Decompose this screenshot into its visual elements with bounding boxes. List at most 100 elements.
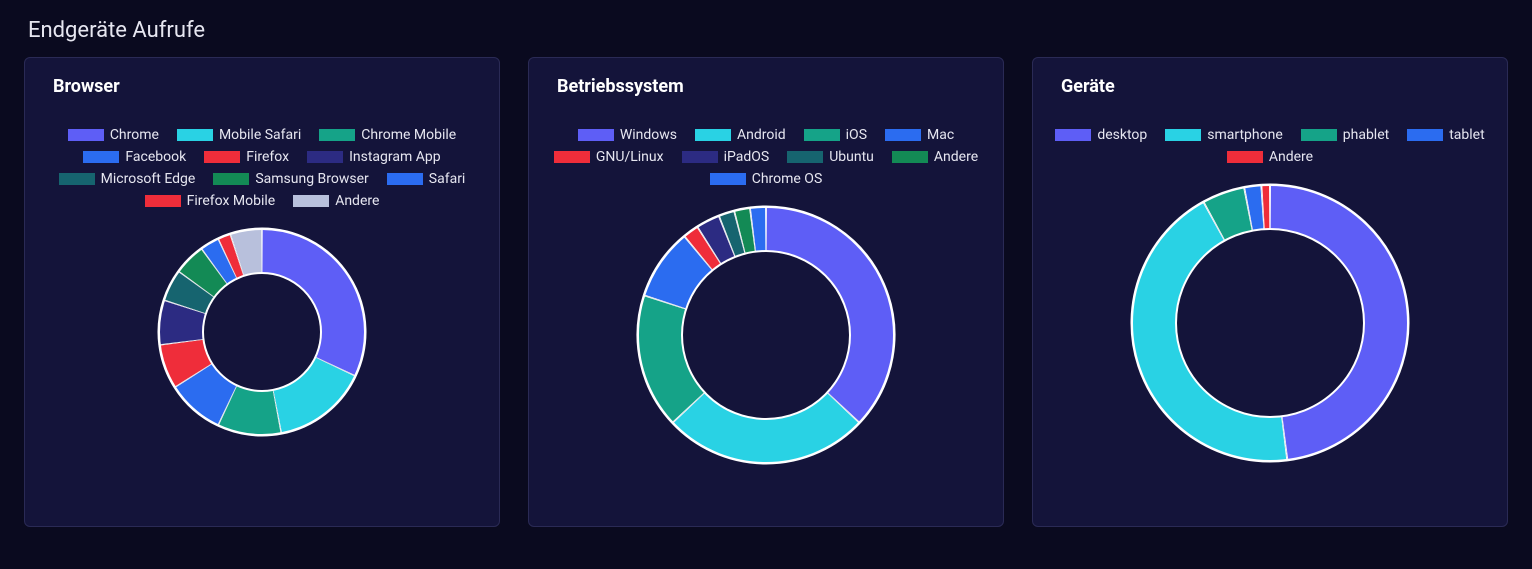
legend-swatch <box>319 129 355 141</box>
card-title-os: Betriebssystem <box>557 76 985 97</box>
donut-hole <box>1176 229 1364 417</box>
legend-item-devices-4[interactable]: Andere <box>1227 149 1313 165</box>
donut-slice-os-4[interactable] <box>699 246 709 253</box>
legend-swatch <box>83 151 119 163</box>
legend-item-os-2[interactable]: iOS <box>804 127 867 143</box>
legend-label: tablet <box>1449 127 1484 143</box>
donut-chart-devices <box>1130 183 1410 463</box>
legend-item-browser-5[interactable]: Instagram App <box>307 149 441 165</box>
donut-hole <box>203 273 321 391</box>
legend-label: Samsung Browser <box>255 171 368 187</box>
legend-swatch <box>1407 129 1443 141</box>
donut-slice-devices-2[interactable] <box>1215 209 1248 221</box>
legend-swatch <box>1055 129 1091 141</box>
legend-os: Windows Android iOS Mac GNU/Linux iPadOS Ubunt… <box>551 127 981 187</box>
legend-item-browser-1[interactable]: Mobile Safari <box>177 127 301 143</box>
donut-chart-os <box>636 205 896 465</box>
page: Endgeräte Aufrufe Browser ChromeMobile S… <box>0 0 1532 551</box>
legend-label: Chrome Mobile <box>361 127 456 143</box>
donut-slice-os-5[interactable] <box>710 237 726 245</box>
legend-swatch <box>804 129 840 141</box>
legend-item-os-4[interactable]: GNU/Linux <box>554 149 664 165</box>
legend-label: Microsoft Edge <box>101 171 196 187</box>
donut-slice-browser-9[interactable] <box>228 255 236 258</box>
legend-item-browser-2[interactable]: Chrome Mobile <box>319 127 456 143</box>
legend-swatch <box>145 195 181 207</box>
legend-label: desktop <box>1097 127 1147 143</box>
legend-label: Android <box>737 127 786 143</box>
legend-swatch <box>885 129 921 141</box>
legend-item-browser-6[interactable]: Microsoft Edge <box>59 171 196 187</box>
donut-slice-devices-3[interactable] <box>1249 207 1262 209</box>
legend-label: Facebook <box>125 149 186 165</box>
donut-hole <box>682 251 850 419</box>
legend-item-browser-10[interactable]: Andere <box>293 193 379 209</box>
legend-label: Firefox Mobile <box>187 193 276 209</box>
legend-item-devices-2[interactable]: phablet <box>1301 127 1389 143</box>
legend-label: Mobile Safari <box>219 127 301 143</box>
legend-swatch <box>293 195 329 207</box>
legend-label: smartphone <box>1207 127 1283 143</box>
legend-label: Instagram App <box>349 149 441 165</box>
legend-label: iOS <box>846 127 867 143</box>
legend-swatch <box>710 173 746 185</box>
legend-swatch <box>213 173 249 185</box>
legend-item-devices-0[interactable]: desktop <box>1055 127 1147 143</box>
donut-slice-browser-4[interactable] <box>182 343 194 375</box>
legend-swatch <box>787 151 823 163</box>
legend-swatch <box>682 151 718 163</box>
legend-item-browser-4[interactable]: Firefox <box>204 149 289 165</box>
chart-wrap-browser <box>43 227 481 437</box>
legend-label: Andere <box>335 193 379 209</box>
legend-label: GNU/Linux <box>596 149 664 165</box>
legend-swatch <box>204 151 240 163</box>
legend-item-browser-8[interactable]: Safari <box>387 171 466 187</box>
donut-slice-os-8[interactable] <box>753 229 765 230</box>
legend-label: Firefox <box>246 149 289 165</box>
legend-item-os-6[interactable]: Ubuntu <box>787 149 874 165</box>
donut-chart-browser <box>157 227 367 437</box>
section-title: Endgeräte Aufrufe <box>28 18 1508 43</box>
legend-item-browser-0[interactable]: Chrome <box>68 127 159 143</box>
legend-item-devices-1[interactable]: smartphone <box>1165 127 1283 143</box>
legend-item-browser-9[interactable]: Firefox Mobile <box>145 193 276 209</box>
legend-swatch <box>1227 151 1263 163</box>
legend-label: Windows <box>620 127 677 143</box>
legend-item-os-1[interactable]: Android <box>695 127 786 143</box>
legend-item-os-3[interactable]: Mac <box>885 127 954 143</box>
legend-swatch <box>554 151 590 163</box>
legend-label: Chrome <box>110 127 159 143</box>
donut-slice-browser-10[interactable] <box>238 251 262 255</box>
donut-slice-browser-2[interactable] <box>228 406 277 413</box>
legend-browser: Chrome Mobile Safari Chrome Mobile Facebook… <box>47 127 477 209</box>
cards-row: Browser ChromeMobile SafariChrome Mobile… <box>24 57 1508 527</box>
legend-item-browser-7[interactable]: Samsung Browser <box>213 171 368 187</box>
legend-item-browser-3[interactable]: Facebook <box>83 149 186 165</box>
legend-item-os-8[interactable]: Chrome OS <box>710 171 823 187</box>
legend-label: Mac <box>927 127 954 143</box>
donut-slice-browser-7[interactable] <box>197 267 214 284</box>
legend-item-os-5[interactable]: iPadOS <box>682 149 770 165</box>
legend-label: Chrome OS <box>752 171 823 187</box>
chart-wrap-devices <box>1051 183 1489 463</box>
legend-swatch <box>68 129 104 141</box>
card-devices: Geräte desktopsmartphonephablettabletAnd… <box>1032 57 1508 527</box>
legend-item-devices-3[interactable]: tablet <box>1407 127 1484 143</box>
legend-label: iPadOS <box>724 149 770 165</box>
legend-item-os-0[interactable]: Windows <box>578 127 677 143</box>
donut-slice-os-6[interactable] <box>728 233 739 237</box>
donut-slice-os-7[interactable] <box>740 230 752 232</box>
card-os: Betriebssystem Windows Android iOS Mac GNU/L… <box>528 57 1004 527</box>
donut-slice-browser-8[interactable] <box>215 259 227 266</box>
legend-swatch <box>387 173 423 185</box>
legend-label: phablet <box>1343 127 1389 143</box>
legend-swatch <box>1165 129 1201 141</box>
chart-wrap-os <box>547 205 985 465</box>
donut-slice-browser-6[interactable] <box>185 285 196 307</box>
donut-slice-browser-3[interactable] <box>194 376 227 405</box>
legend-label: Safari <box>429 171 466 187</box>
donut-slice-browser-5[interactable] <box>181 308 185 342</box>
legend-label: Ubuntu <box>829 149 874 165</box>
legend-swatch <box>1301 129 1337 141</box>
legend-item-os-7[interactable]: Andere <box>892 149 978 165</box>
